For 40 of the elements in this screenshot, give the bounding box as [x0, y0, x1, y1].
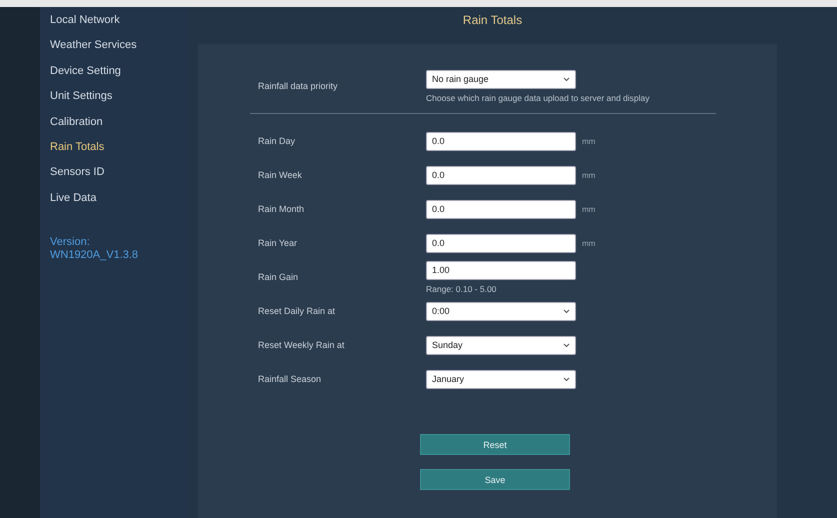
sidebar-item[interactable]: Rain Totals	[40, 140, 188, 166]
field-label: Rain Year	[258, 238, 298, 248]
dropdown[interactable]: January	[426, 370, 576, 388]
hint-text: Choose which rain gauge data upload to server and display	[426, 92, 650, 102]
sidebar-item[interactable]: Sensors ID	[40, 165, 188, 191]
unit-label: mm	[582, 136, 596, 146]
dropdown[interactable]: No rain gauge	[426, 70, 576, 88]
chevron-down-icon	[563, 308, 570, 314]
version-text: Version: WN1920A_V1.3.8	[50, 236, 140, 262]
dropdown[interactable]: Sunday	[426, 336, 576, 354]
unit-label: mm	[582, 238, 596, 248]
sidebar-item[interactable]: Live Data	[40, 190, 188, 216]
input-field[interactable]: 0.0	[426, 132, 576, 150]
hint-text: Range: 0.10 - 5.00	[426, 284, 496, 294]
chevron-down-icon	[563, 376, 570, 382]
chevron-down-icon	[563, 342, 570, 348]
chevron-down-icon	[563, 76, 570, 82]
field-label: Rain Gain	[258, 272, 300, 282]
input-field[interactable]: 1.00	[426, 260, 576, 280]
field-label: Rainfall Season	[258, 374, 322, 384]
input-field[interactable]: 0.0	[426, 234, 576, 252]
input-field[interactable]: 0.0	[426, 200, 576, 218]
action-button[interactable]: Reset	[420, 434, 570, 455]
field-label: Rain Day	[258, 136, 296, 146]
field-label: Reset Weekly Rain at	[258, 340, 346, 350]
sidebar-item[interactable]: Local Network	[40, 13, 188, 38]
sidebar-item[interactable]: Device Setting	[40, 64, 188, 90]
unit-label: mm	[582, 204, 596, 214]
sidebar-item[interactable]: Unit Settings	[40, 89, 188, 115]
action-button[interactable]: Save	[420, 469, 570, 490]
field-label: Reset Daily Rain at	[258, 306, 336, 316]
sidebar-item[interactable]: Weather Services	[40, 38, 188, 64]
dropdown[interactable]: 0:00	[426, 302, 576, 320]
field-label: Rain Week	[258, 170, 303, 180]
input-field[interactable]: 0.0	[426, 166, 576, 184]
page-title: Rain Totals	[462, 13, 522, 29]
sidebar-item[interactable]: Calibration	[40, 114, 188, 140]
field-label: Rain Month	[258, 204, 306, 214]
unit-label: mm	[582, 170, 596, 180]
field-label: Rainfall data priority	[258, 81, 339, 91]
